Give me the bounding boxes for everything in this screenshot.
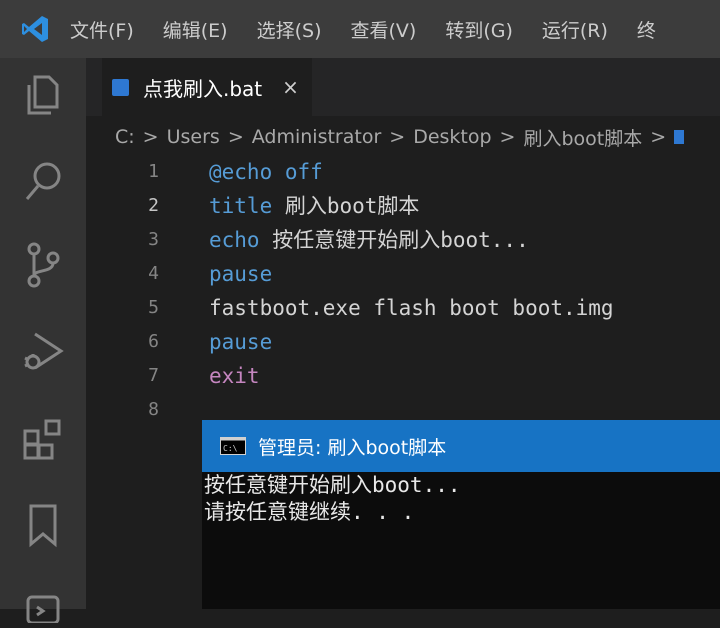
cmd-icon: C:\ — [220, 437, 246, 455]
chevron-right-icon: > — [650, 126, 667, 148]
code-token: pause — [209, 330, 273, 354]
code-token: echo — [209, 228, 260, 252]
line-number: 4 — [148, 263, 159, 284]
chevron-right-icon: > — [499, 126, 516, 148]
code-text[interactable]: pause — [209, 257, 272, 291]
cmd-window[interactable]: C:\ 管理员: 刷入boot脚本 按任意键开始刷入boot... 请按任意键继… — [202, 420, 720, 609]
source-control-icon[interactable] — [18, 240, 68, 290]
editor-tab[interactable]: 点我刷入.bat × — [102, 58, 312, 116]
code-token: @echo off — [209, 160, 323, 184]
line-number: 8 — [148, 399, 159, 420]
menu-file[interactable]: 文件(F) — [70, 16, 134, 43]
code-line[interactable]: 3 echo 按任意键开始刷入boot... — [86, 223, 720, 257]
code-line[interactable]: 2 title 刷入boot脚本 — [86, 189, 720, 223]
breadcrumb-item[interactable]: C: — [115, 126, 135, 148]
code-line[interactable]: 4 pause — [86, 257, 720, 291]
tab-bar: 点我刷入.bat × — [86, 58, 720, 116]
code-text[interactable]: pause — [209, 325, 272, 359]
code-token: exit — [209, 364, 260, 388]
code-text[interactable]: @echo off — [209, 155, 323, 189]
line-number: 1 — [148, 161, 159, 182]
batch-file-icon — [112, 78, 129, 96]
code-line[interactable]: 5 fastboot.exe flash boot boot.img — [86, 291, 720, 325]
cmd-title: 管理员: 刷入boot脚本 — [258, 436, 447, 459]
cmd-output-line: 请按任意键继续. . . — [204, 500, 415, 524]
close-icon[interactable]: × — [282, 75, 299, 99]
bookmark-icon[interactable] — [18, 500, 68, 550]
breadcrumb-item[interactable]: Users — [167, 126, 220, 148]
code-text[interactable]: echo 按任意键开始刷入boot... — [209, 223, 529, 257]
cmd-output: 按任意键开始刷入boot... 请按任意键继续. . . — [202, 472, 720, 526]
code-line[interactable]: 6 pause — [86, 325, 720, 359]
line-number: 2 — [148, 195, 159, 216]
menu-edit[interactable]: 编辑(E) — [163, 16, 228, 43]
remote-icon[interactable] — [18, 578, 68, 628]
chevron-right-icon: > — [142, 126, 159, 148]
menu-run[interactable]: 运行(R) — [542, 16, 608, 43]
svg-text:C:\: C:\ — [223, 444, 238, 453]
menu-go[interactable]: 转到(G) — [445, 16, 513, 43]
code-text[interactable]: exit — [209, 359, 260, 393]
menu-bar: 文件(F) 编辑(E) 选择(S) 查看(V) 转到(G) 运行(R) 终 — [0, 0, 720, 58]
code-token: 按任意键开始刷入boot... — [259, 228, 529, 252]
extensions-icon[interactable] — [18, 414, 68, 464]
breadcrumb-item[interactable]: Administrator — [252, 126, 382, 148]
menu-terminal[interactable]: 终 — [637, 16, 656, 43]
explorer-icon[interactable] — [18, 70, 68, 120]
code-token: pause — [209, 262, 273, 286]
code-text[interactable]: fastboot.exe flash boot boot.img — [209, 291, 614, 325]
menu-selection[interactable]: 选择(S) — [257, 16, 322, 43]
code-line[interactable]: 7 exit — [86, 359, 720, 393]
line-number: 3 — [148, 229, 159, 250]
chevron-right-icon: > — [389, 126, 406, 148]
code-token: title — [209, 194, 273, 218]
cmd-output-line: 按任意键开始刷入boot... — [204, 473, 461, 497]
run-debug-icon[interactable] — [18, 326, 68, 376]
line-number: 5 — [148, 297, 159, 318]
code-token: fastboot.exe flash boot boot.img — [209, 296, 614, 320]
search-icon[interactable] — [18, 156, 68, 206]
vscode-logo-icon — [0, 0, 70, 58]
menu-view[interactable]: 查看(V) — [351, 16, 417, 43]
breadcrumb: C: > Users > Administrator > Desktop > 刷… — [115, 122, 720, 152]
cmd-title-bar[interactable]: C:\ 管理员: 刷入boot脚本 — [202, 420, 720, 472]
chevron-right-icon: > — [227, 126, 244, 148]
line-number: 6 — [148, 331, 159, 352]
tab-label: 点我刷入.bat — [143, 76, 263, 101]
code-text[interactable]: title 刷入boot脚本 — [209, 189, 419, 223]
code-line[interactable]: 1 @echo off — [86, 155, 720, 189]
activity-bar — [0, 58, 86, 623]
code-token: 刷入boot脚本 — [272, 194, 420, 218]
breadcrumb-item[interactable]: 刷入boot脚本 — [523, 124, 642, 151]
breadcrumb-item[interactable]: Desktop — [413, 126, 491, 148]
line-number: 7 — [148, 365, 159, 386]
breadcrumb-symbol-icon[interactable] — [674, 130, 685, 144]
